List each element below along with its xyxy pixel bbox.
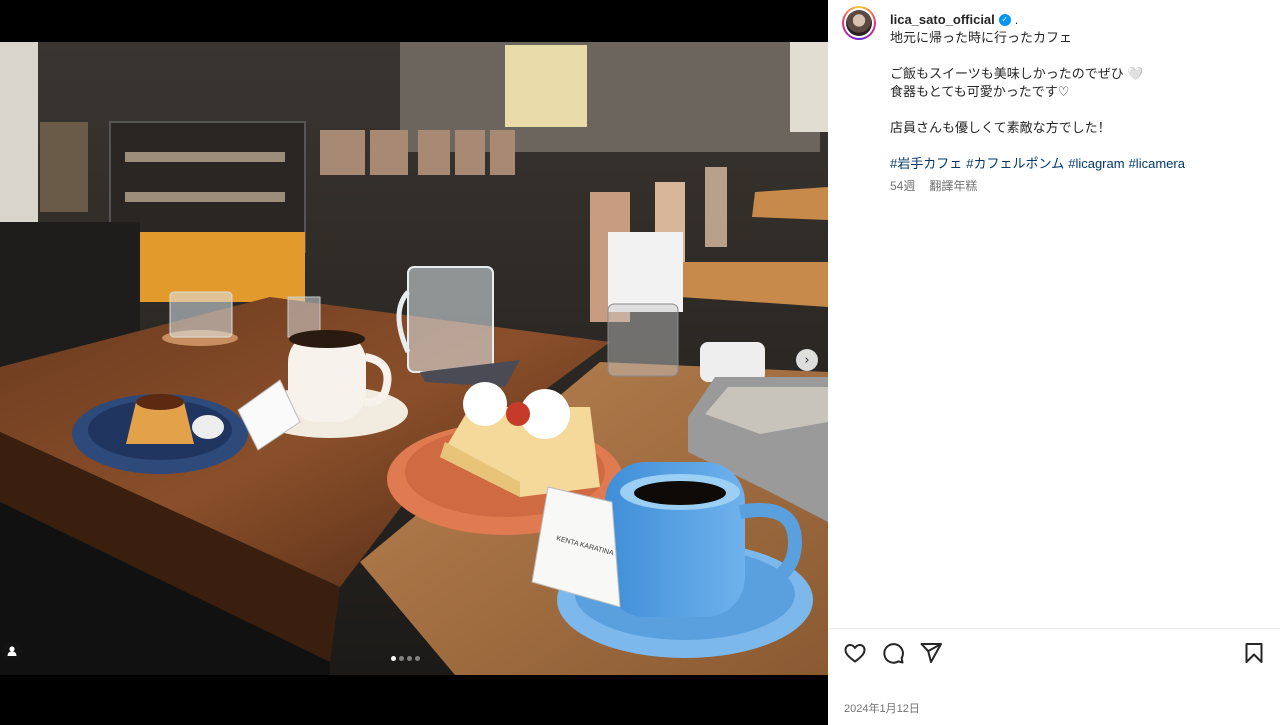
caption-line-1: 地元に帰った時に行ったカフェ — [890, 30, 1073, 45]
next-slide-button[interactable]: › — [796, 349, 818, 371]
caption-line-6: 店員さんも優しくて素敵な方でした！ — [890, 120, 1111, 135]
post-media: KENTA KARATINA › — [0, 0, 828, 725]
actions-divider — [828, 628, 1280, 629]
carousel-dot — [399, 656, 404, 661]
post-photo[interactable]: KENTA KARATINA — [0, 42, 828, 675]
avatar[interactable] — [842, 6, 876, 40]
chevron-right-icon: › — [804, 352, 810, 368]
post-caption: lica_sato_official ✓ . 地元に帰った時に行ったカフェ ご飯… — [890, 11, 1270, 195]
user-tag-icon — [7, 646, 17, 656]
hashtag-link[interactable]: #岩手カフェ — [890, 155, 962, 173]
caption-meta: 54週 翻譯年糕 — [890, 177, 1270, 195]
carousel-dot-active — [391, 656, 396, 661]
hashtag-link[interactable]: #licamera — [1129, 155, 1185, 173]
caption-line-4: 食器もとても可愛かったです♡ — [890, 84, 1070, 99]
caption-dot: . — [1014, 12, 1019, 27]
heart-icon — [844, 644, 866, 663]
action-bar — [842, 640, 1267, 666]
bookmark-icon — [1245, 643, 1263, 663]
verified-badge-icon: ✓ — [998, 14, 1011, 26]
post-date[interactable]: 2024年1月12日 — [844, 700, 920, 716]
translate-link[interactable]: 翻譯年糕 — [929, 177, 977, 195]
post-sidebar: lica_sato_official ✓ . 地元に帰った時に行ったカフェ ご飯… — [828, 0, 1280, 725]
hashtag-link[interactable]: #カフェルポンム — [966, 155, 1064, 173]
caption-blank — [890, 101, 1270, 119]
send-icon — [920, 643, 942, 663]
tagged-users-button[interactable] — [2, 641, 22, 661]
comment-button[interactable] — [880, 640, 906, 666]
caption-line-3: ご飯もスイーツも美味しかったのでぜひ 🤍 — [890, 66, 1144, 81]
caption-blank — [890, 47, 1270, 65]
hashtag-list: #岩手カフェ #カフェルポンム #licagram #licamera — [890, 155, 1270, 173]
carousel-dot — [415, 656, 420, 661]
carousel-dot — [407, 656, 412, 661]
time-ago[interactable]: 54週 — [890, 177, 915, 195]
avatar-image — [846, 10, 872, 36]
username-link[interactable]: lica_sato_official — [890, 11, 995, 29]
hashtag-link[interactable]: #licagram — [1068, 155, 1124, 173]
caption-blank — [890, 137, 1270, 155]
carousel-dots — [391, 656, 420, 661]
save-button[interactable] — [1241, 640, 1267, 666]
like-button[interactable] — [842, 640, 868, 666]
comment-icon — [883, 643, 904, 664]
cafe-photo-illustration: KENTA KARATINA — [0, 42, 828, 675]
post-header — [842, 6, 876, 40]
share-button[interactable] — [918, 640, 944, 666]
